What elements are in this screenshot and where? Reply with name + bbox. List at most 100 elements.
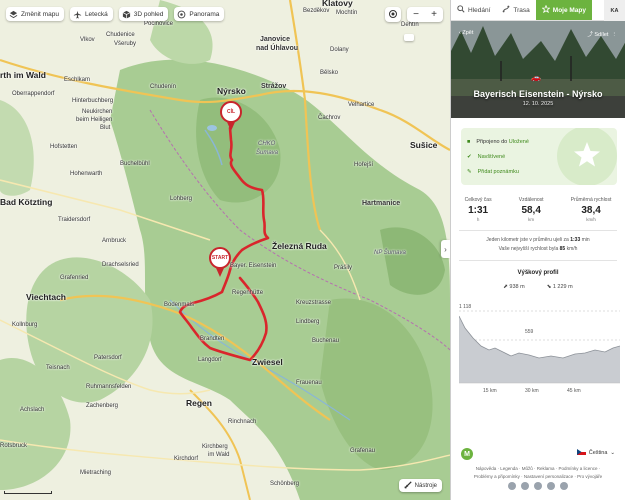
language-select[interactable]: Čeština ⌄ (576, 449, 615, 457)
locate-button[interactable] (385, 7, 401, 22)
aerial-button[interactable]: Letecká (69, 7, 113, 21)
edit-icon: ✎ (467, 168, 472, 175)
place-label[interactable]: Neukirchen (82, 109, 112, 115)
place-label[interactable]: Bělsko (320, 70, 338, 76)
place-label[interactable]: Hohenwarth (70, 171, 102, 177)
tools-button[interactable]: Nástroje (398, 479, 442, 492)
place-label[interactable]: Dehtín (401, 22, 419, 28)
place-label[interactable]: Zachenberg (86, 403, 118, 409)
place-label[interactable]: Klatovy (322, 0, 353, 8)
share-button[interactable]: ⤴ Sdílet ⋮ (587, 30, 617, 38)
place-label[interactable]: Kollnburg (12, 322, 37, 328)
place-label[interactable]: Strážov (261, 83, 286, 90)
place-label[interactable]: Dolany (330, 47, 349, 53)
place-label[interactable]: Ruhmannsfelden (86, 384, 131, 390)
place-label[interactable]: Rotsbruck (0, 443, 27, 449)
place-label[interactable]: Kirchberg (202, 444, 228, 450)
place-label[interactable]: Buchelbühl (120, 161, 150, 167)
3d-view-button[interactable]: 3D pohled (118, 7, 169, 21)
panorama-button[interactable]: Panorama (174, 7, 225, 21)
place-label[interactable]: Pocinovice (144, 21, 173, 27)
place-label[interactable]: Frauenau (296, 380, 322, 386)
place-label[interactable]: Šumava (256, 150, 278, 156)
android-icon[interactable] (547, 482, 555, 490)
place-label[interactable]: Nýrsko (217, 86, 246, 96)
place-label[interactable]: Hinterbuchberg (72, 98, 113, 104)
place-label[interactable]: Čachrov (318, 115, 340, 121)
place-label[interactable]: Patersdorf (94, 355, 122, 361)
place-label[interactable]: nad Úhlavou (256, 45, 298, 52)
place-label[interactable]: Lohberg (170, 196, 192, 202)
footer-links-line-1[interactable]: Nápověda · Legenda · Můžů · Reklama · Po… (451, 465, 625, 473)
place-label[interactable]: Drachselsried (102, 262, 139, 268)
change-map-button[interactable]: Změnit mapu (6, 7, 64, 21)
place-label[interactable]: Teisnach (46, 365, 70, 371)
place-label[interactable]: Železná Ruda (272, 241, 327, 251)
place-label[interactable]: Mochtín (336, 10, 357, 16)
footer-links-line-2[interactable]: Problémy a připomínky · Nastavení person… (451, 473, 625, 481)
tab-search[interactable]: Hledání (451, 0, 496, 20)
place-label[interactable]: Velhartice (348, 102, 374, 108)
place-label[interactable]: Bad Kötzting (0, 197, 52, 207)
place-label[interactable]: Regen (186, 398, 212, 408)
map-options-toggle[interactable] (404, 34, 414, 41)
place-label[interactable]: Regenhütte (232, 290, 263, 296)
place-label[interactable]: Prášily (334, 265, 352, 271)
tab-my-maps[interactable]: Moje Mapy (535, 0, 593, 20)
place-label[interactable]: Blut (100, 125, 110, 131)
place-label[interactable]: Hartmanice (362, 200, 400, 207)
place-label[interactable]: Bodenmais (164, 302, 194, 308)
place-label[interactable]: Grafenried (60, 275, 88, 281)
apple-icon[interactable] (560, 482, 568, 490)
app-logo[interactable]: M (461, 448, 473, 460)
place-label[interactable]: Eschlkam (64, 77, 90, 83)
place-label[interactable]: Traidersdorf (58, 217, 90, 223)
end-pin[interactable]: CÍL (220, 101, 242, 131)
elevation-chart[interactable]: 1 118 559 15 km 30 km 45 km (458, 298, 621, 398)
map-view[interactable]: KlatovyBezděkovMochtínŽeleznáPocinoviceD… (0, 0, 450, 500)
place-label[interactable]: Vlkov (80, 37, 95, 43)
saved-link[interactable]: Uložené (509, 139, 529, 145)
place-label[interactable]: Rinchnach (228, 419, 256, 425)
place-label[interactable]: Kreuzstrasse (296, 300, 331, 306)
place-label[interactable]: im Wald (208, 452, 229, 458)
place-label[interactable]: Kirchdorf (174, 456, 198, 462)
place-label[interactable]: Brandten (200, 336, 224, 342)
place-label[interactable]: Sušice (410, 140, 437, 150)
place-label[interactable]: Oberrappendorf (12, 91, 54, 97)
place-label[interactable]: Arnbruck (102, 238, 126, 244)
place-label[interactable]: rth im Wald (0, 70, 46, 80)
avatar[interactable]: KA (604, 0, 625, 21)
place-label[interactable]: Schönberg (270, 481, 299, 487)
tab-route[interactable]: Trasa (496, 0, 535, 20)
place-label[interactable]: Chudenín (150, 84, 176, 90)
instagram-icon[interactable] (534, 482, 542, 490)
zoom-in-button[interactable]: + (431, 9, 437, 20)
place-label[interactable]: CHKO (258, 141, 275, 147)
place-label[interactable]: Zwiesel (252, 357, 283, 367)
place-label[interactable]: Langdorf (198, 357, 222, 363)
place-label[interactable]: Chudenice (106, 32, 135, 38)
place-label[interactable]: Hofstetten (50, 144, 77, 150)
back-button[interactable]: ‹ Zpět (459, 30, 473, 38)
place-label[interactable]: Bezděkov (303, 8, 329, 14)
place-label[interactable]: Janovice (260, 36, 290, 43)
place-label[interactable]: Mietraching (80, 470, 111, 476)
place-label[interactable]: Grafenau (350, 448, 375, 454)
place-label[interactable]: NP Šumava (374, 250, 406, 256)
end-pin-label: CÍL (220, 101, 242, 123)
place-label[interactable]: Buchenau (312, 338, 339, 344)
start-pin[interactable]: START (209, 247, 231, 277)
place-label[interactable]: Viechtach (26, 292, 66, 302)
place-label[interactable]: Všeruby (114, 41, 136, 47)
change-map-label: Změnit mapu (21, 10, 59, 18)
place-label[interactable]: beim Heiligen (76, 117, 112, 123)
place-label[interactable]: Achslach (20, 407, 44, 413)
place-label[interactable]: Bayer. Eisenstein (230, 263, 276, 269)
twitter-icon[interactable] (521, 482, 529, 490)
panel-collapse-button[interactable]: › (441, 240, 450, 258)
place-label[interactable]: Hořejší (354, 162, 373, 168)
zoom-out-button[interactable]: − (413, 9, 419, 20)
facebook-icon[interactable] (508, 482, 516, 490)
place-label[interactable]: Lindberg (296, 319, 319, 325)
